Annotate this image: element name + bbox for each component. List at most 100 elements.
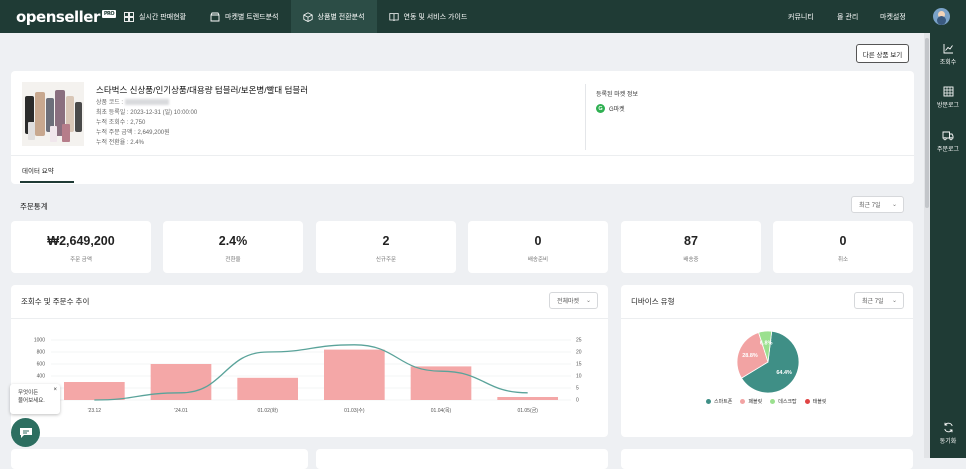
partial-card (11, 449, 308, 469)
sidebar-label: 방문로그 (936, 103, 960, 109)
registered-market-label: 등록된 마켓 정보 (596, 92, 638, 98)
stat-card-new-orders: 2 신규주문 (316, 221, 456, 273)
stat-value: ₩2,649,200 (47, 234, 115, 248)
cumulative-views: 누적 조회수 : 2,750 (96, 120, 146, 126)
book-icon (388, 12, 399, 21)
cumulative-conversion: 누적 전환율 : 2.4% (96, 140, 144, 146)
sidebar-item-visit-log[interactable]: 방문로그 (930, 86, 966, 109)
stat-card-shipping: 87 배송중 (621, 221, 761, 273)
legend-label: 패블릿 (748, 399, 763, 405)
divider (585, 84, 586, 150)
nav-label: 상품별 전환분석 (317, 13, 365, 21)
legend-dot (706, 399, 711, 404)
scrollbar-thumb[interactable] (925, 38, 929, 208)
device-legend: 스마트폰 패블릿 데스크탑 태블릿 (706, 398, 834, 405)
right-sidebar: 조회수 방문로그 주문로그 동기화 (930, 33, 966, 458)
x-tick-label: 01.04(목) (431, 408, 452, 414)
pie-data-label: 6.8% (760, 341, 773, 347)
legend-item[interactable]: 스마트폰 (706, 398, 732, 405)
chat-button[interactable] (11, 418, 40, 447)
nav-label: 마켓별 트렌드분석 (225, 13, 279, 21)
stat-value: 0 (839, 234, 847, 248)
sync-icon (943, 422, 953, 433)
tab-data-summary[interactable]: 데이터 요약 (22, 165, 54, 175)
stat-value: 2.4% (218, 234, 248, 248)
main-nav: 실시간 판매현황 마켓별 트렌드분석 상품별 전환분석 연동 및 서비스 가이드 (112, 0, 479, 33)
y-left-tick-label: 1000 (34, 338, 45, 344)
pie-data-label: 64.4% (776, 370, 792, 376)
truck-icon (942, 131, 954, 141)
chevron-down-icon: ⌄ (891, 202, 897, 208)
order-stats-period-select[interactable]: 최근 7일 ⌄ (851, 196, 904, 213)
sidebar-item-order-log[interactable]: 주문로그 (930, 130, 966, 153)
nav-product-conversion[interactable]: 상품별 전환분석 (290, 0, 377, 33)
nav-integration-guide[interactable]: 연동 및 서비스 가이드 (377, 0, 480, 33)
grid-icon (943, 86, 953, 97)
bar (237, 377, 298, 400)
legend-dot (770, 399, 776, 404)
y-right-tick-label: 15 (576, 362, 582, 368)
bar (324, 349, 385, 400)
product-code: 상품 코드 : (96, 97, 169, 106)
sidebar-item-views[interactable]: 조회수 (930, 43, 966, 66)
stat-label: 신규주문 (375, 257, 397, 263)
community-link[interactable]: 커뮤니티 (788, 0, 814, 33)
bar (150, 364, 212, 400)
stat-card-cancel: 0 취소 (773, 221, 913, 273)
legend-item[interactable]: 패블릿 (740, 398, 762, 405)
stat-label: 배송중 (683, 257, 699, 263)
market-gmarket[interactable]: G G마켓 (596, 104, 625, 113)
market-filter-select[interactable]: 전체마켓 ⌄ (549, 292, 598, 309)
device-period-select[interactable]: 최근 7일 ⌄ (854, 292, 904, 309)
x-tick-label: '23.12 (88, 408, 102, 414)
stat-label: 전환율 (225, 257, 241, 263)
market-name: G마켓 (609, 107, 625, 113)
market-settings-link[interactable]: 마켓설정 (880, 0, 906, 33)
nav-label: 실시간 판매현황 (139, 13, 187, 21)
openseller-logo[interactable]: openseller PRO (16, 8, 117, 26)
stat-value: 0 (534, 234, 542, 248)
legend-dot (740, 399, 746, 404)
y-right-tick-label: 10 (576, 374, 582, 380)
dashboard-icon (124, 11, 134, 22)
cumulative-order-amount: 누적 주문 금액 : 2,649,200원 (96, 130, 170, 136)
product-title: 스타벅스 신상품/인기상품/대용량 텀블러/보온병/빨대 텀블러 (96, 85, 309, 95)
trend-chart: 020040060080010000510152025'23.12'24.010… (34, 338, 582, 414)
nav-realtime-sales[interactable]: 실시간 판매현황 (112, 0, 198, 33)
legend-item[interactable]: 데스크탑 (770, 398, 797, 405)
stat-card-preparing: 0 배송준비 (468, 221, 608, 273)
y-left-tick-label: 800 (37, 350, 46, 356)
stat-label: 배송준비 (527, 257, 549, 263)
x-tick-label: 01.02(화) (257, 408, 278, 414)
masked-product-code (124, 99, 169, 106)
y-right-tick-label: 25 (576, 338, 582, 344)
mall-manage-link[interactable]: 몰 관리 (837, 0, 858, 33)
stat-label: 주문 금액 (70, 257, 92, 263)
order-stats-title: 주문통계 (20, 202, 48, 211)
top-navigation-bar: openseller PRO 실시간 판매현황 마켓별 트렌드분석 상품별 전환분… (0, 0, 966, 33)
nav-market-trend[interactable]: 마켓별 트렌드분석 (198, 0, 290, 33)
store-icon (210, 12, 220, 21)
y-right-tick-label: 0 (576, 398, 579, 404)
legend-item[interactable]: 태블릿 (804, 398, 826, 405)
pie-data-label: 28.8% (742, 353, 758, 359)
partial-card (621, 449, 913, 469)
chevron-down-icon: ⌄ (585, 298, 591, 304)
avatar[interactable] (933, 8, 950, 25)
bar (497, 397, 558, 400)
partial-card (316, 449, 608, 469)
y-right-tick-label: 5 (576, 386, 579, 392)
stat-card-conversion: 2.4% 전환율 (163, 221, 303, 273)
first-registered-date: 최초 등록일 : 2023-12-31 (일) 10:00:00 (96, 110, 198, 116)
stat-label: 취소 (837, 257, 849, 263)
y-right-tick-label: 20 (576, 350, 582, 356)
tooltip-line: 물어보세요. (18, 398, 45, 404)
other-product-button[interactable]: 다른 상품 보기 (856, 44, 909, 63)
sidebar-label: 동기화 (939, 439, 957, 445)
close-icon[interactable]: × (53, 386, 57, 394)
sidebar-label: 주문로그 (936, 147, 960, 153)
stat-card-order-amount: ₩2,649,200 주문 금액 (11, 221, 151, 273)
sidebar-item-sync[interactable]: 동기화 (930, 422, 966, 445)
x-tick-label: 01.05(금) (517, 408, 538, 414)
stat-value: 87 (684, 234, 698, 248)
